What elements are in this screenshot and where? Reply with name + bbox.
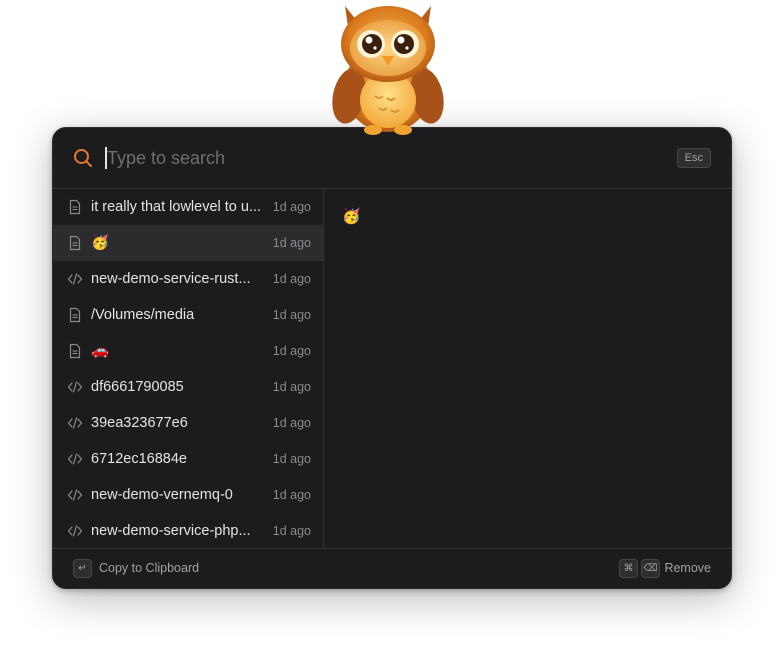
list-item-time: 1d ago bbox=[272, 236, 311, 250]
list-item-time: 1d ago bbox=[272, 344, 311, 358]
list-item-label: 🚗 bbox=[91, 343, 110, 359]
command-key-icon: ⌘ bbox=[619, 559, 638, 578]
code-icon bbox=[67, 489, 83, 501]
app-stage: Esc it really that lowlevel to u... 1d a… bbox=[0, 0, 784, 657]
list-item-selected[interactable]: 🥳 1d ago bbox=[53, 225, 323, 261]
owl-mascot bbox=[332, 6, 444, 135]
text-file-icon bbox=[69, 307, 81, 323]
list-item[interactable]: df6661790085 1d ago bbox=[53, 369, 323, 405]
preview-pane: 🥳 bbox=[324, 189, 731, 549]
list-item-label: new-demo-service-rust... bbox=[91, 271, 251, 287]
text-file-icon bbox=[69, 235, 81, 251]
list-item-time: 1d ago bbox=[272, 308, 311, 322]
delete-key-icon: ⌫ bbox=[641, 559, 660, 578]
list-item-label: df6661790085 bbox=[91, 379, 184, 395]
list-item-label: 6712ec16884e bbox=[91, 451, 187, 467]
clipboard-window: Esc it really that lowlevel to u... 1d a… bbox=[52, 127, 732, 589]
list-item-label: 🥳 bbox=[91, 235, 110, 251]
list-item-time: 1d ago bbox=[272, 488, 311, 502]
list-item[interactable]: new-demo-service-php... 1d ago bbox=[53, 513, 323, 549]
code-icon bbox=[67, 417, 83, 429]
list-item-time: 1d ago bbox=[272, 200, 311, 214]
search-icon bbox=[74, 149, 92, 167]
list-item-label: 39ea323677e6 bbox=[91, 415, 188, 431]
clipboard-history-list: it really that lowlevel to u... 1d ago 🥳… bbox=[53, 189, 324, 549]
list-item-time: 1d ago bbox=[272, 524, 311, 538]
action-bar: ↵ Copy to Clipboard ⌘ ⌫ Remove bbox=[53, 548, 731, 588]
list-item[interactable]: new-demo-service-rust... 1d ago bbox=[53, 261, 323, 297]
list-item[interactable]: 39ea323677e6 1d ago bbox=[53, 405, 323, 441]
list-item-label: new-demo-service-php... bbox=[91, 523, 251, 539]
list-item[interactable]: /Volumes/media 1d ago bbox=[53, 297, 323, 333]
preview-content: 🥳 bbox=[342, 208, 361, 225]
esc-key-hint[interactable]: Esc bbox=[676, 148, 711, 168]
code-icon bbox=[67, 525, 83, 537]
list-item-label: /Volumes/media bbox=[91, 307, 195, 323]
list-item[interactable]: new-demo-vernemq-0 1d ago bbox=[53, 477, 323, 513]
remove-label: Remove bbox=[664, 561, 711, 575]
list-item[interactable]: 🚗 1d ago bbox=[53, 333, 323, 369]
list-item[interactable]: it really that lowlevel to u... 1d ago bbox=[53, 189, 323, 225]
list-item-time: 1d ago bbox=[272, 380, 311, 394]
remove-action[interactable]: ⌘ ⌫ Remove bbox=[601, 549, 731, 588]
list-item-label: it really that lowlevel to u... bbox=[91, 199, 262, 215]
list-item-time: 1d ago bbox=[272, 272, 311, 286]
list-item[interactable]: 6712ec16884e 1d ago bbox=[53, 441, 323, 477]
code-icon bbox=[67, 273, 83, 285]
list-item-label: new-demo-vernemq-0 bbox=[91, 487, 233, 503]
list-item-time: 1d ago bbox=[272, 452, 311, 466]
copy-to-clipboard-label: Copy to Clipboard bbox=[99, 561, 200, 575]
search-input[interactable] bbox=[107, 144, 647, 172]
text-file-icon bbox=[69, 343, 81, 359]
return-key-icon: ↵ bbox=[73, 559, 92, 578]
code-icon bbox=[67, 381, 83, 393]
list-item-time: 1d ago bbox=[272, 416, 311, 430]
copy-to-clipboard-action[interactable]: ↵ Copy to Clipboard bbox=[53, 549, 223, 588]
code-icon bbox=[67, 453, 83, 465]
text-file-icon bbox=[69, 199, 81, 215]
